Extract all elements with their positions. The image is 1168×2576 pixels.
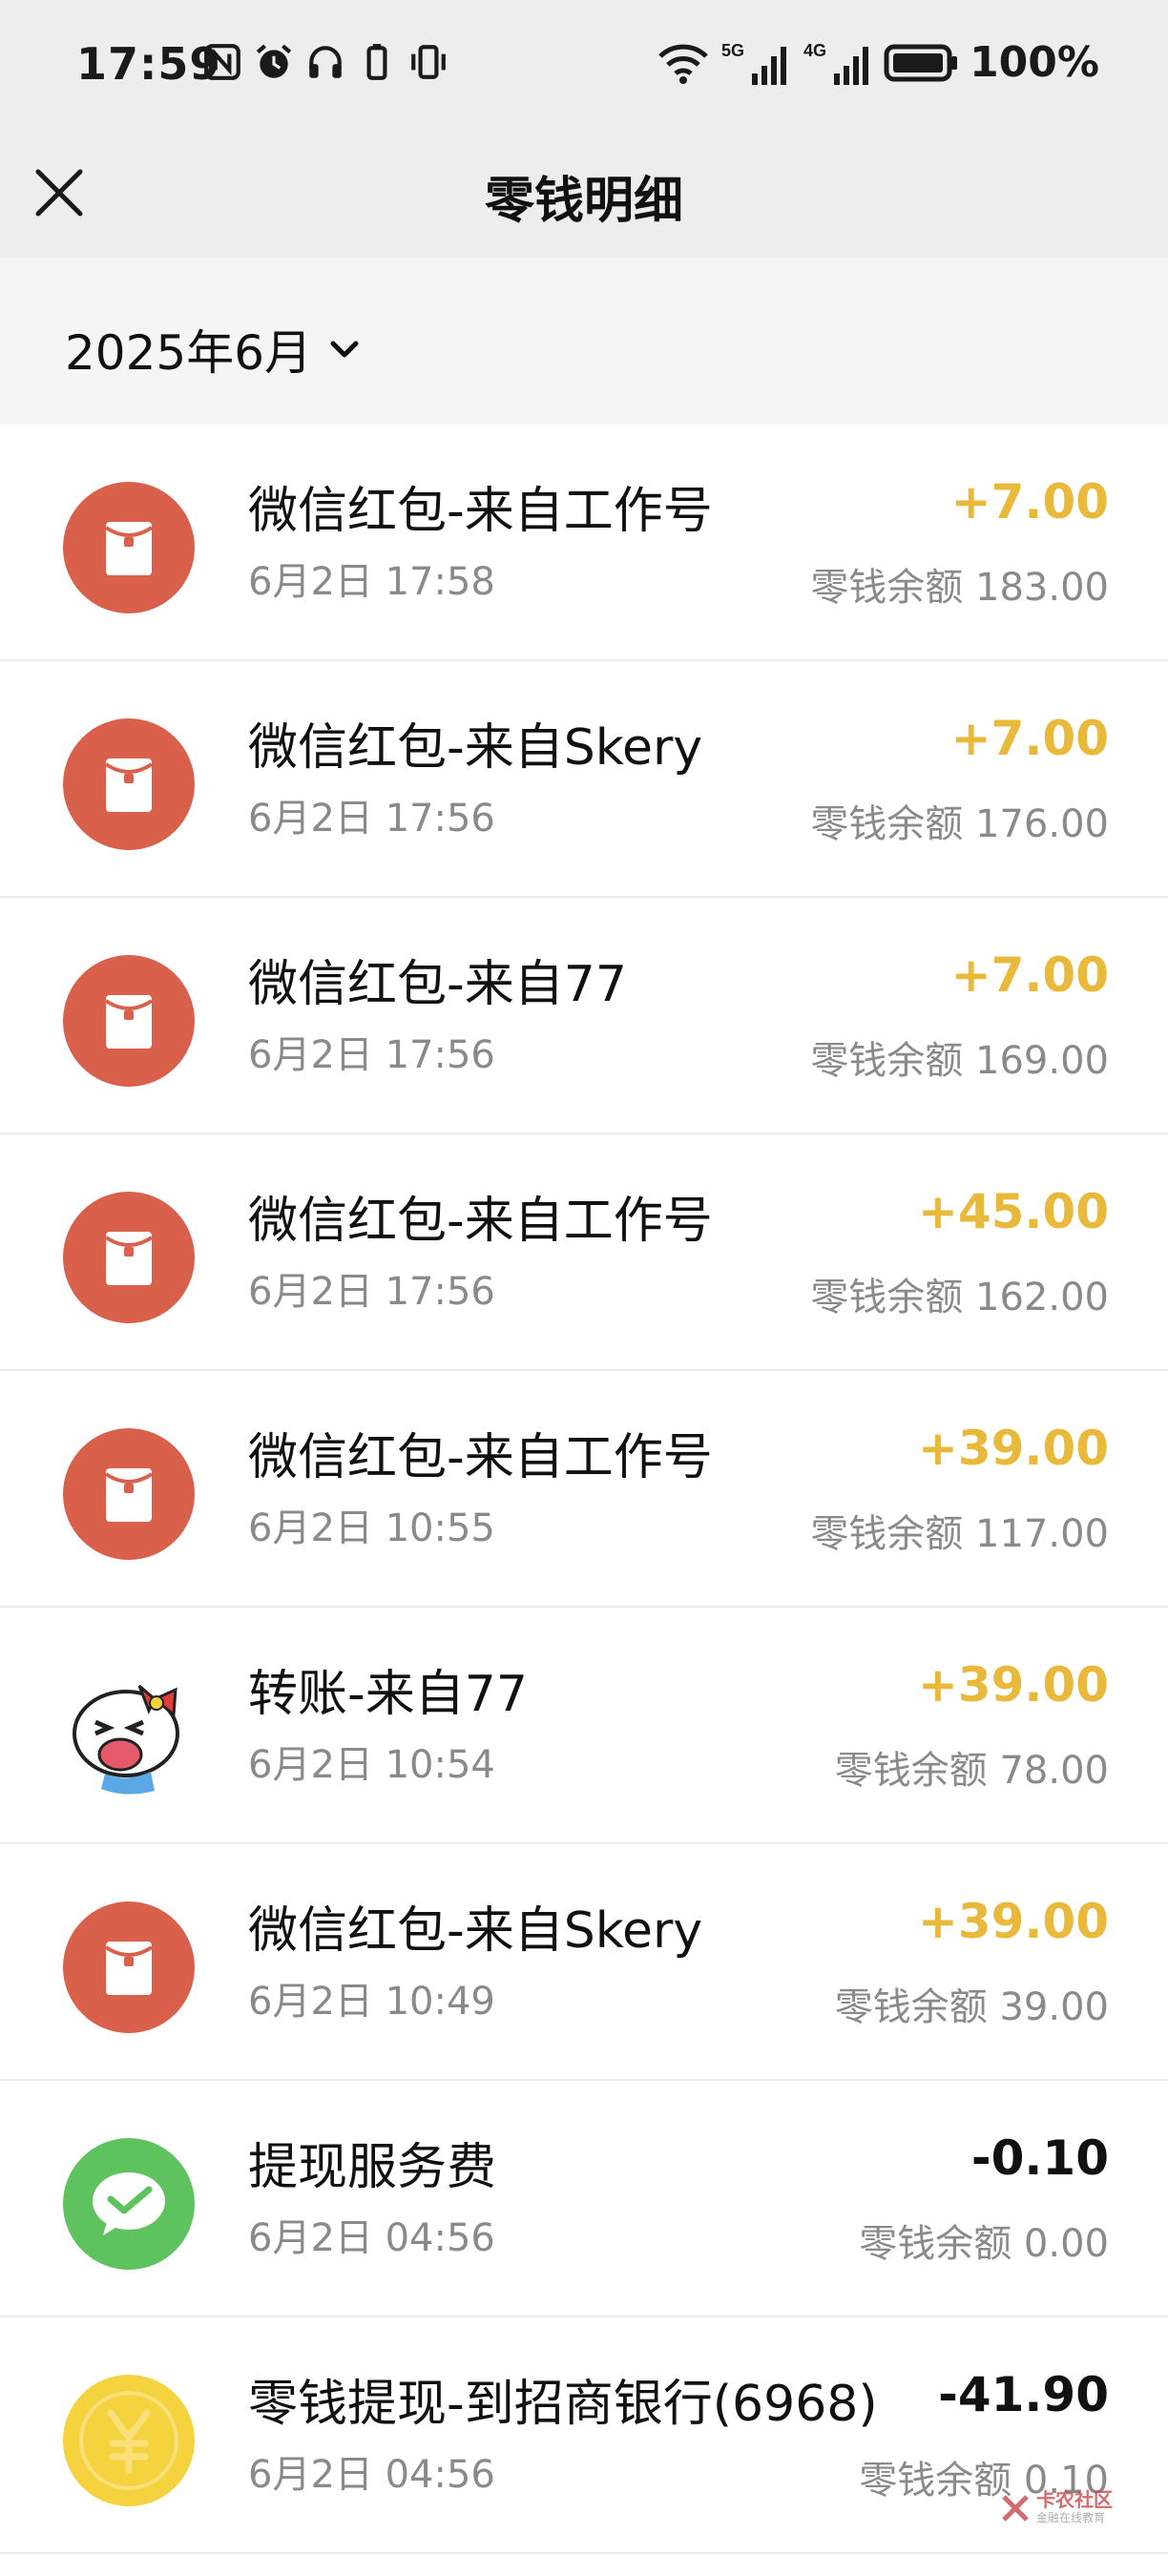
transaction-title: 提现服务费 [248,2139,497,2196]
transaction-row[interactable]: 转账-来自77 6月2日 10:54 +39.00 零钱余额 78.00 [0,1608,1168,1844]
transaction-title: 微信红包-来自工作号 [248,1193,713,1250]
transaction-row[interactable]: 微信红包-来自77 6月2日 17:56 +7.00 零钱余额 169.00 [0,898,1168,1134]
transaction-title: 微信红包-来自工作号 [248,483,713,540]
nav-bar: 零钱明细 [0,134,1168,258]
battery-percent: 100% [970,38,1099,87]
transaction-title: 微信红包-来自Skery [248,1902,703,1960]
transaction-time: 6月2日 10:54 [248,1743,495,1787]
transaction-time: 6月2日 10:49 [248,1980,495,2024]
red-packet-icon [63,718,195,850]
transaction-title: 微信红包-来自Skery [248,719,703,777]
month-picker[interactable]: 2025年6月 [65,315,364,384]
transaction-balance: 零钱余额 176.00 [810,802,1109,846]
red-packet-icon [63,1192,195,1323]
wifi-icon [658,44,708,84]
transaction-row[interactable]: 微信红包-来自工作号 6月2日 10:55 +39.00 零钱余额 117.00 [0,1371,1168,1608]
month-label: 2025年6月 [65,325,313,381]
watermark-text: 卡农社区 [1036,2488,1113,2511]
transaction-row[interactable]: 微信红包-来自工作号 6月2日 17:56 +45.00 零钱余额 162.00 [0,1134,1168,1371]
transaction-time: 6月2日 17:58 [248,560,495,604]
transaction-row[interactable]: 微信红包-来自Skery 6月2日 10:49 +39.00 零钱余额 39.00 [0,1844,1168,2081]
watermark: 卡农社区 金融在线教育 [1000,2490,1113,2525]
transaction-amount: +39.00 [917,1894,1109,1949]
red-packet-icon [63,1428,195,1560]
transaction-amount: +7.00 [950,947,1109,1003]
month-filter-bar: 2025年6月 [0,258,1168,425]
status-icons-right: 5G 4G 100% [657,38,1099,87]
headphones-icon [309,46,342,78]
transaction-title: 微信红包-来自工作号 [248,1429,713,1486]
wechat-pay-icon [63,2138,195,2270]
transaction-amount: -0.10 [970,2130,1109,2186]
transaction-title: 微信红包-来自77 [248,956,627,1013]
transaction-amount: +7.00 [950,711,1109,766]
transaction-title: 转账-来自77 [248,1666,528,1723]
transaction-amount: -41.90 [938,2367,1109,2422]
battery-small-icon [366,44,387,80]
signal-4g-icon: 4G [803,41,869,85]
transaction-amount: +7.00 [950,474,1109,530]
transaction-balance: 零钱余额 78.00 [834,1749,1109,1793]
status-time: 17:59 [76,38,221,90]
transaction-row[interactable]: 提现服务费 6月2日 04:56 -0.10 零钱余额 0.00 [0,2081,1168,2317]
red-packet-icon [63,1901,195,2033]
status-bar: 17:59 5G 4G 100% [0,0,1168,134]
transaction-amount: +45.00 [917,1184,1109,1239]
transaction-row[interactable]: 零钱提现-到招商银行(6968) 6月2日 04:56 -41.90 零钱余额 0.1… [0,2317,1168,2554]
transaction-time: 6月2日 04:56 [248,2216,495,2260]
alarm-icon [256,44,292,78]
yuan-coin-icon [63,2375,195,2506]
transaction-balance: 零钱余额 162.00 [810,1276,1109,1319]
transaction-balance: 零钱余额 117.00 [810,1512,1109,1556]
vibrate-icon [411,45,446,79]
transaction-time: 6月2日 04:56 [248,2453,495,2497]
transaction-row[interactable]: 微信红包-来自Skery 6月2日 17:56 +7.00 零钱余额 176.00 [0,661,1168,898]
page-title: 零钱明细 [484,173,683,230]
red-packet-icon [63,482,195,613]
network-4g-label: 4G [803,41,826,60]
watermark-subtext: 金融在线教育 [1036,2511,1106,2524]
transaction-balance: 零钱余额 39.00 [834,1985,1109,2029]
transaction-balance: 零钱余额 169.00 [810,1039,1109,1083]
transaction-row[interactable]: 微信红包-来自工作号 6月2日 17:58 +7.00 零钱余额 183.00 [0,425,1168,661]
transaction-list: 微信红包-来自工作号 6月2日 17:58 +7.00 零钱余额 183.00 微信红包… [0,425,1168,2554]
transaction-amount: +39.00 [917,1657,1109,1713]
nfc-icon [204,44,240,80]
transaction-time: 6月2日 17:56 [248,1270,495,1314]
transaction-balance: 零钱余额 0.00 [859,2222,1109,2266]
status-icons-left [202,42,448,82]
network-5g-label: 5G [721,41,744,60]
transaction-amount: +39.00 [917,1421,1109,1476]
transaction-time: 6月2日 10:55 [248,1506,495,1550]
red-packet-icon [63,955,195,1087]
transaction-title: 零钱提现-到招商银行(6968) [248,2376,878,2433]
transaction-time: 6月2日 17:56 [248,1033,495,1077]
battery-icon [884,44,958,81]
transaction-balance: 零钱余额 183.00 [810,566,1109,610]
chevron-down-icon [330,341,359,358]
signal-5g-icon: 5G [721,41,787,85]
user-avatar-icon [63,1665,195,1797]
transaction-time: 6月2日 17:56 [248,797,495,841]
watermark-logo-icon [1002,2494,1029,2522]
